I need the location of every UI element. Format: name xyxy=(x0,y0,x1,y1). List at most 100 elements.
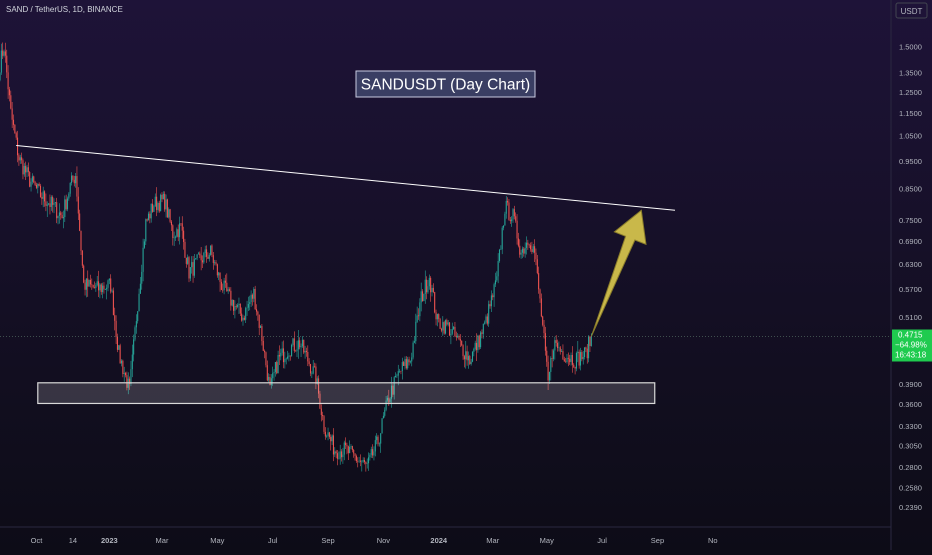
candle-body xyxy=(384,409,386,416)
candle-body xyxy=(251,294,253,299)
candle-body xyxy=(88,280,90,287)
candle-body xyxy=(409,361,411,363)
candle xyxy=(33,175,35,184)
candle-body xyxy=(254,289,256,310)
candle-body xyxy=(138,293,140,312)
candle xyxy=(434,291,436,314)
candle-body xyxy=(176,229,178,237)
candle-body xyxy=(459,339,461,341)
candle-body xyxy=(423,294,425,302)
candle-body xyxy=(188,257,190,279)
candle-body xyxy=(26,167,28,173)
candle-body xyxy=(405,359,407,369)
candle-body xyxy=(258,314,260,328)
candle-body xyxy=(544,333,546,351)
candle-body xyxy=(292,338,294,345)
chart-canvas[interactable]: 1.5000 1.3500 1.2500 1.1500 1.0500 0.9500 0.85… xyxy=(0,0,932,550)
candle-body xyxy=(278,355,280,357)
candle-body xyxy=(100,284,102,293)
candle-body xyxy=(141,271,143,284)
candle-body xyxy=(153,206,155,212)
candle xyxy=(291,343,293,357)
candle-body xyxy=(417,315,420,317)
candle-body xyxy=(223,280,225,291)
candle xyxy=(203,251,205,264)
candle-body xyxy=(566,357,568,363)
candle-body xyxy=(590,336,592,347)
candle-body xyxy=(396,375,398,377)
candle-body xyxy=(378,443,380,445)
time-tick-label: 2023 xyxy=(101,536,118,545)
candle-body xyxy=(328,432,330,437)
candle-body xyxy=(56,202,58,219)
candle-body xyxy=(45,201,47,206)
candle-body xyxy=(430,277,432,293)
candle xyxy=(323,415,325,435)
candle-body xyxy=(447,322,449,325)
candle-body xyxy=(72,175,74,180)
candle-body xyxy=(174,236,177,238)
candle-body xyxy=(399,370,401,372)
price-tick-label: 0.8500 xyxy=(899,185,922,194)
candle-body xyxy=(574,366,576,369)
candle-body xyxy=(119,345,121,364)
candle-body xyxy=(196,254,198,259)
candle-body xyxy=(219,272,221,282)
trading-chart[interactable]: 1.5000 1.3500 1.2500 1.1500 1.0500 0.9500 0.85… xyxy=(0,0,932,550)
candle-body xyxy=(420,291,422,303)
candle-body xyxy=(249,302,251,305)
candle xyxy=(88,279,90,287)
candle-body xyxy=(112,290,114,316)
candle-body xyxy=(521,248,523,253)
candle-body xyxy=(534,246,536,253)
candle-body xyxy=(6,55,8,73)
price-tick-label: 0.9500 xyxy=(899,157,922,166)
time-tick-label: May xyxy=(210,536,224,545)
candle-body xyxy=(489,304,491,307)
candle-body xyxy=(555,340,557,343)
candle-body xyxy=(426,279,428,293)
candle-body xyxy=(307,352,309,362)
candle-body xyxy=(98,281,100,291)
candle-body xyxy=(513,209,515,217)
candle-body xyxy=(242,317,244,321)
candle-body xyxy=(492,295,494,298)
candle-body xyxy=(152,203,154,212)
candle-body xyxy=(578,351,580,366)
candle-body xyxy=(7,72,9,90)
candle-body xyxy=(8,89,10,96)
candle-body xyxy=(516,220,518,239)
candle-body xyxy=(272,373,274,379)
candle-body xyxy=(478,335,480,348)
candle-body xyxy=(177,229,179,238)
candle-body xyxy=(234,306,236,311)
candle-body xyxy=(470,361,472,365)
candle-body xyxy=(416,315,418,322)
candle xyxy=(423,293,425,302)
annotation-title-box[interactable]: SANDUSDT (Day Chart) xyxy=(355,70,536,98)
candle-body xyxy=(527,242,529,245)
candle-body xyxy=(216,264,218,276)
candle-body xyxy=(442,322,444,331)
candle-body xyxy=(210,245,212,255)
candle-body xyxy=(241,313,243,321)
candle-body xyxy=(125,372,127,376)
candle-body xyxy=(497,261,499,277)
candle-body xyxy=(558,347,560,349)
candle-body xyxy=(79,213,81,231)
candle-body xyxy=(115,320,117,337)
candle-body xyxy=(0,50,2,73)
candle-body xyxy=(274,362,276,372)
candle-body xyxy=(135,321,137,328)
candle-body xyxy=(34,182,36,185)
candle-body xyxy=(373,451,375,456)
candle-body xyxy=(368,457,370,464)
candle-body xyxy=(130,369,132,384)
candle-body xyxy=(14,124,16,134)
candle-body xyxy=(134,327,136,340)
candle-body xyxy=(505,200,507,214)
time-tick-label: 2024 xyxy=(430,536,448,545)
candle-body xyxy=(21,157,23,161)
candle-body xyxy=(422,291,424,302)
candle xyxy=(231,299,233,307)
